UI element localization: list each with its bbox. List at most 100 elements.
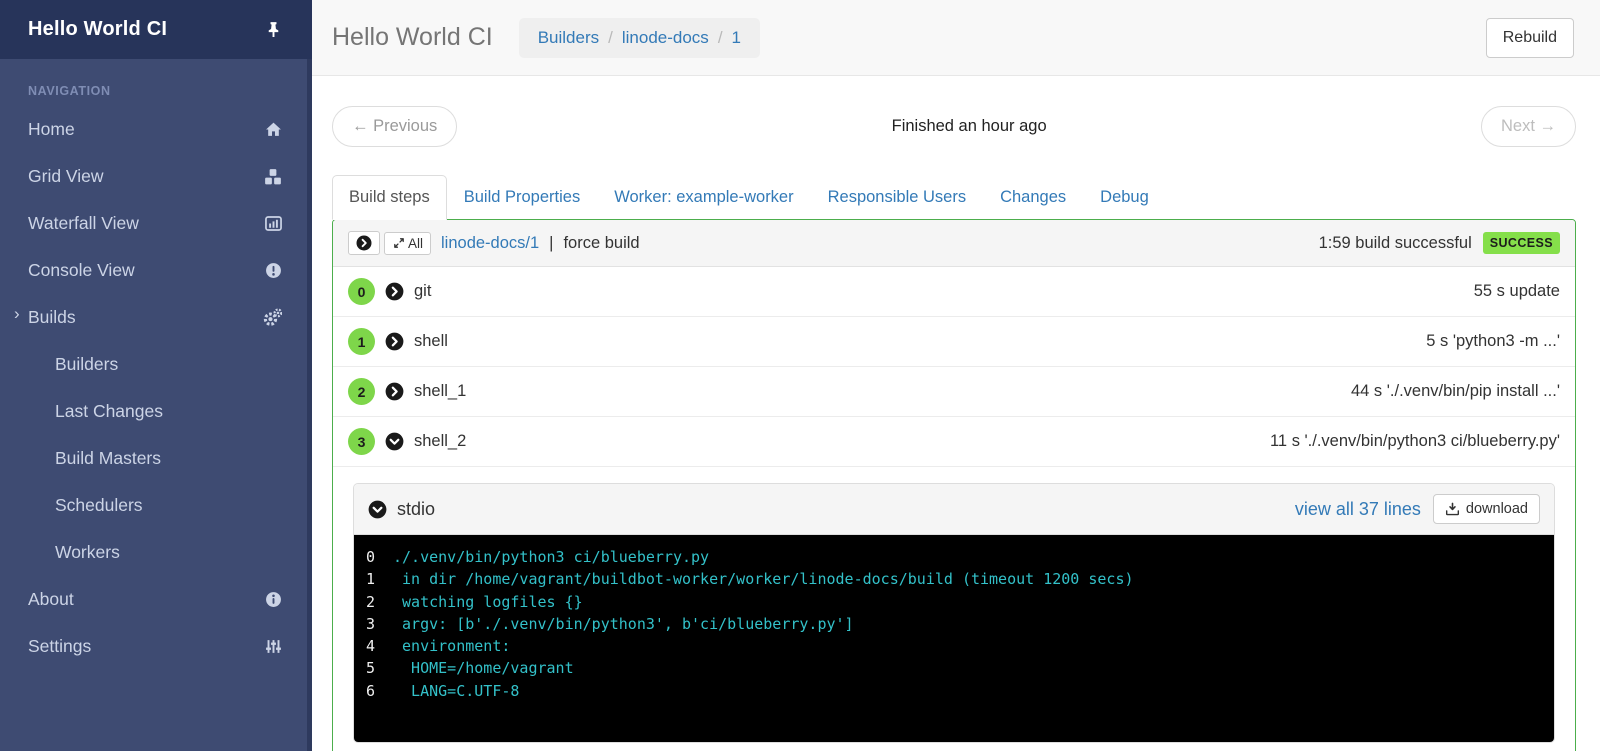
chevron-circle-right-icon[interactable] (385, 382, 404, 401)
toggle-steps-button[interactable] (348, 231, 380, 255)
step-duration-detail: 55 s update (1473, 282, 1560, 300)
step-row-git[interactable]: 0 git 55 s update (333, 267, 1575, 317)
sidebar-item-grid-view[interactable]: Grid View (0, 153, 312, 200)
sidebar-item-build-masters[interactable]: Build Masters (0, 435, 312, 482)
sidebar-item-label: Console View (28, 260, 135, 280)
cogs-icon (263, 308, 282, 327)
download-label: download (1465, 501, 1528, 517)
reason-separator: | (549, 233, 554, 252)
tab-responsible-users[interactable]: Responsible Users (811, 175, 983, 220)
sidebar-item-waterfall-view[interactable]: Waterfall View (0, 200, 312, 247)
log-line-number: 0 (366, 548, 376, 566)
home-icon (265, 121, 282, 138)
log-name: stdio (397, 498, 436, 519)
build-finished-status: Finished an hour ago (891, 117, 1047, 135)
step-row-shell-2[interactable]: 3 shell_2 11 s './.venv/bin/python3 ci/b… (333, 417, 1575, 467)
sidebar-nav: Home Grid View Waterfall View Console Vi… (0, 106, 312, 670)
step-expanded-area: stdio view all 37 lines download 0 ./.ve… (333, 467, 1575, 751)
expand-all-button[interactable]: All (384, 231, 432, 255)
expand-arrows-icon (392, 236, 406, 250)
sidebar-item-settings[interactable]: Settings (0, 623, 312, 670)
download-button[interactable]: download (1432, 494, 1540, 524)
step-number-badge: 3 (348, 428, 375, 455)
log-line-number: 3 (366, 614, 376, 633)
log-actions: view all 37 lines download (1295, 494, 1540, 524)
step-duration-detail: 11 s './.venv/bin/python3 ci/blueberry.p… (1269, 432, 1560, 450)
tab-build-properties[interactable]: Build Properties (447, 175, 597, 220)
log-line-text: LANG=C.UTF-8 (393, 681, 520, 700)
step-row-shell[interactable]: 1 shell 5 s 'python3 -m ...' (333, 317, 1575, 367)
status-badge: SUCCESS (1482, 232, 1560, 254)
rebuild-button[interactable]: Rebuild (1485, 17, 1574, 58)
sidebar-app-title: Hello World CI (28, 18, 168, 40)
sidebar-item-schedulers[interactable]: Schedulers (0, 482, 312, 529)
step-number-badge: 0 (348, 278, 375, 305)
breadcrumb-builder-link[interactable]: linode-docs (622, 28, 709, 48)
tab-debug[interactable]: Debug (1083, 175, 1166, 220)
exclamation-circle-icon (265, 262, 282, 279)
step-number-badge: 1 (348, 328, 375, 355)
step-row-shell-1[interactable]: 2 shell_1 44 s './.venv/bin/pip install … (333, 367, 1575, 417)
build-tabs: Build steps Build Properties Worker: exa… (332, 175, 1576, 220)
log-line-number: 4 (366, 637, 376, 656)
tab-worker[interactable]: Worker: example-worker (597, 175, 810, 220)
sidebar-item-label: Waterfall View (28, 213, 139, 233)
log-line: 6 LANG=C.UTF-8 (366, 680, 1542, 702)
sidebar-item-label: Settings (28, 636, 92, 656)
build-pager: ← Previous Finished an hour ago Next → (332, 106, 1576, 147)
sliders-icon (265, 638, 282, 655)
chevron-circle-right-icon[interactable] (385, 282, 404, 301)
log-line: 2 watching logfiles {} (366, 591, 1542, 613)
log-line-text: in dir /home/vagrant/buildbot-worker/wor… (393, 570, 1134, 589)
log-line: 3 argv: [b'./.venv/bin/python3', b'ci/bl… (366, 613, 1542, 635)
sidebar-item-label: Schedulers (55, 495, 143, 515)
cubes-icon (264, 168, 282, 186)
sidebar-item-label: Grid View (28, 166, 104, 186)
sidebar-item-last-changes[interactable]: Last Changes (0, 388, 312, 435)
sidebar-item-console-view[interactable]: Console View (0, 247, 312, 294)
nav-section-label: NAVIGATION (28, 84, 111, 98)
stdio-log-header: stdio view all 37 lines download (354, 484, 1554, 535)
breadcrumb: Builders / linode-docs / 1 (518, 17, 761, 58)
sidebar-header: Hello World CI (0, 0, 312, 59)
info-circle-icon (265, 591, 282, 608)
sidebar-item-label: About (28, 589, 74, 609)
build-summary-header: All linode-docs/1 | force build 1:59 bui… (333, 220, 1575, 267)
sidebar-item-home[interactable]: Home (0, 106, 312, 153)
tab-changes[interactable]: Changes (983, 175, 1083, 220)
log-line-text: HOME=/home/vagrant (393, 659, 574, 678)
sidebar-item-label: Build Masters (55, 448, 162, 468)
step-name: shell_2 (414, 432, 467, 450)
breadcrumb-separator: / (717, 27, 723, 47)
breadcrumb-build-link[interactable]: 1 (732, 28, 741, 48)
log-line-text: watching logfiles {} (393, 592, 583, 611)
step-number-badge: 2 (348, 378, 375, 405)
view-all-lines-link[interactable]: view all 37 lines (1295, 499, 1421, 520)
chevron-circle-right-icon[interactable] (385, 332, 404, 351)
log-line-text: argv: [b'./.venv/bin/python3', b'ci/blue… (393, 614, 854, 633)
sidebar: Hello World CI NAVIGATION Home Grid View… (0, 0, 312, 751)
chevron-circle-down-icon[interactable] (368, 500, 387, 519)
pin-icon[interactable] (265, 21, 282, 38)
page-title: Hello World CI (332, 23, 493, 51)
build-page-content: ← Previous Finished an hour ago Next → B… (312, 76, 1600, 751)
stdio-terminal[interactable]: 0 ./.venv/bin/python3 ci/blueberry.py 1 i… (354, 535, 1554, 743)
sidebar-item-about[interactable]: About (0, 576, 312, 623)
chevron-circle-down-icon[interactable] (385, 432, 404, 451)
log-line-number: 6 (366, 681, 376, 700)
log-line: 1 in dir /home/vagrant/buildbot-worker/w… (366, 568, 1542, 590)
sidebar-item-workers[interactable]: Workers (0, 529, 312, 576)
sidebar-item-builds[interactable]: › Builds (0, 294, 312, 341)
log-line-text: environment: (393, 637, 511, 656)
chevron-right-icon: › (14, 304, 20, 323)
build-number-link[interactable]: linode-docs/1 (441, 234, 539, 253)
main-area: Hello World CI Builders / linode-docs / … (312, 0, 1600, 751)
sidebar-item-builders[interactable]: Builders (0, 341, 312, 388)
next-build-button[interactable]: Next → (1480, 106, 1576, 147)
tab-build-steps[interactable]: Build steps (332, 175, 447, 220)
previous-build-button[interactable]: ← Previous (332, 106, 458, 147)
build-summary-panel: All linode-docs/1 | force build 1:59 bui… (332, 219, 1576, 751)
breadcrumb-builders-link[interactable]: Builders (538, 28, 599, 48)
log-line: 0 ./.venv/bin/python3 ci/blueberry.py (366, 546, 1542, 568)
sidebar-item-label: Home (28, 119, 75, 139)
